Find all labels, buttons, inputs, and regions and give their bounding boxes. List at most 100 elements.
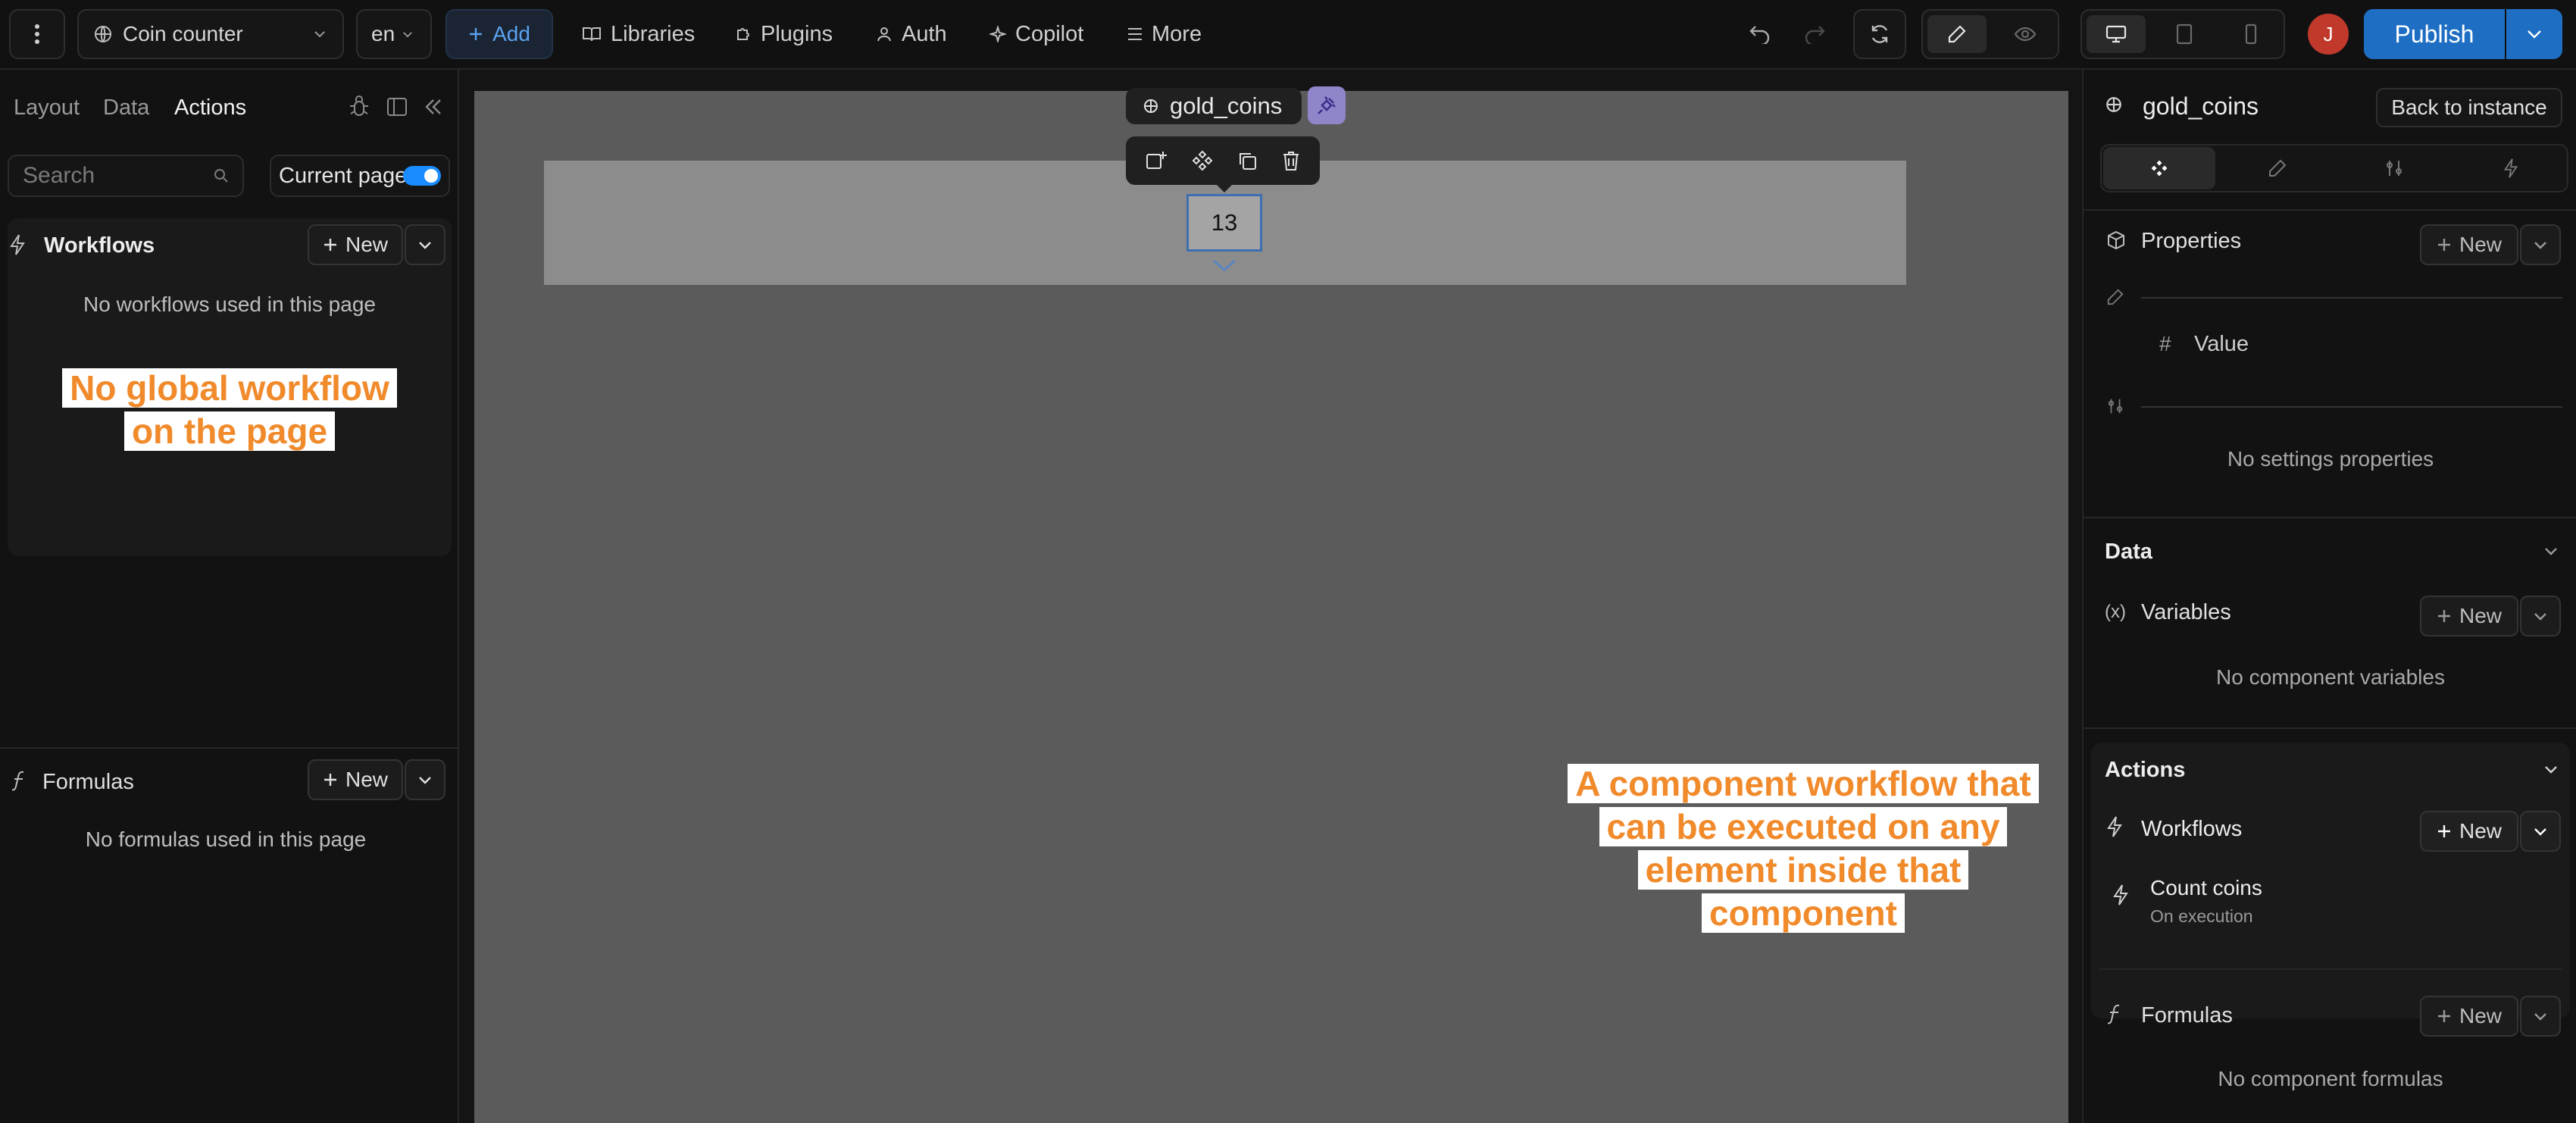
- create-component-icon[interactable]: [1191, 149, 1214, 172]
- current-page-label: Current page: [279, 163, 408, 188]
- add-label: Add: [492, 22, 530, 45]
- tab-component[interactable]: [2103, 147, 2215, 189]
- function-icon: [12, 771, 24, 791]
- mobile-view-button[interactable]: [2221, 15, 2281, 53]
- language-value: en: [371, 22, 395, 45]
- formulas-empty-text: No formulas used in this page: [85, 827, 367, 851]
- tab-workflows[interactable]: [2455, 147, 2567, 189]
- current-page-filter: Current page: [270, 155, 450, 197]
- new-component-formula-button[interactable]: New: [2420, 996, 2518, 1037]
- refresh-button[interactable]: [1853, 9, 1906, 59]
- panel-layout-icon[interactable]: [386, 97, 408, 117]
- desktop-view-button[interactable]: [2087, 15, 2146, 53]
- back-to-instance-button[interactable]: Back to instance: [2376, 88, 2562, 127]
- workflow-options-button[interactable]: [405, 224, 445, 265]
- publish-label: Publish: [2394, 20, 2474, 48]
- redo-button[interactable]: [1796, 9, 1834, 59]
- main-menu-button[interactable]: [9, 9, 65, 59]
- formula-options-button[interactable]: [405, 759, 445, 800]
- refresh-icon: [1871, 25, 1888, 43]
- component-icon: [2151, 160, 2168, 177]
- property-options-button[interactable]: [2520, 224, 2561, 265]
- preview-mode-button[interactable]: [1996, 15, 2055, 53]
- component-title: gold_coins: [2143, 92, 2259, 120]
- data-section-title[interactable]: Data: [2105, 540, 2152, 565]
- tab-data[interactable]: Data: [103, 95, 149, 120]
- actions-section-title[interactable]: Actions: [2105, 758, 2185, 783]
- more-button[interactable]: More: [1127, 9, 1202, 59]
- sliders-icon: [2387, 161, 2402, 176]
- canvas-annotation-line-3: element inside that: [1637, 850, 1969, 890]
- chevron-down-icon: [2528, 30, 2541, 39]
- tablet-view-button[interactable]: [2155, 15, 2214, 53]
- new-formula-button[interactable]: New: [308, 759, 403, 800]
- value-property[interactable]: Value: [2194, 332, 2249, 357]
- libraries-button[interactable]: Libraries: [582, 9, 695, 59]
- project-selector[interactable]: Coin counter: [77, 9, 344, 59]
- new-workflow-label: New: [345, 233, 388, 256]
- edit-mode-button[interactable]: [1927, 15, 1987, 53]
- lightning-icon: [2503, 158, 2518, 178]
- language-selector[interactable]: en: [356, 9, 432, 59]
- plugins-button[interactable]: Plugins: [735, 9, 833, 59]
- selected-text-element[interactable]: 13: [1186, 194, 1262, 252]
- user-icon: [877, 27, 891, 42]
- component-icon: [1144, 99, 1158, 113]
- lightning-icon: [2113, 884, 2128, 906]
- insert-element-icon[interactable]: [1145, 150, 1168, 171]
- new-workflow-button[interactable]: New: [308, 224, 403, 265]
- tab-actions[interactable]: Actions: [174, 95, 246, 120]
- variables-empty-text: No component variables: [2216, 665, 2445, 689]
- component-formula-options-button[interactable]: [2520, 996, 2561, 1037]
- plus-icon: [2437, 1010, 2450, 1022]
- back-label: Back to instance: [2391, 95, 2547, 119]
- variable-options-button[interactable]: [2520, 596, 2561, 637]
- tab-layout[interactable]: Layout: [14, 95, 80, 120]
- publish-options-button[interactable]: [2506, 9, 2562, 59]
- new-variable-label: New: [2459, 604, 2502, 627]
- search-input[interactable]: Search: [8, 155, 244, 197]
- puzzle-icon: [737, 28, 749, 40]
- new-variable-button[interactable]: New: [2420, 596, 2518, 637]
- duplicate-icon[interactable]: [1236, 150, 1258, 171]
- undo-button[interactable]: [1741, 9, 1779, 59]
- chevron-down-icon: [419, 241, 431, 249]
- undo-icon: [1749, 26, 1770, 44]
- toolbar-pointer: [1215, 183, 1233, 192]
- hash-icon: #: [2159, 332, 2171, 355]
- copilot-button[interactable]: Copilot: [989, 9, 1083, 59]
- bug-icon[interactable]: [349, 95, 370, 118]
- current-page-toggle[interactable]: [403, 166, 441, 186]
- component-icon: [2106, 97, 2121, 112]
- tab-settings[interactable]: [2338, 147, 2450, 189]
- new-component-workflow-button[interactable]: New: [2420, 811, 2518, 852]
- mobile-icon: [2245, 23, 2257, 45]
- menu-icon: [1128, 28, 1142, 40]
- left-panel: Layout Data Actions Search Current page …: [0, 70, 459, 1123]
- selected-value: 13: [1211, 209, 1238, 236]
- element-toolbar: [1126, 136, 1320, 185]
- detach-component-button[interactable]: [1308, 86, 1346, 124]
- formulas-title: Formulas: [42, 770, 134, 794]
- chevron-down-icon: [2534, 241, 2546, 249]
- collapse-left-icon[interactable]: [424, 99, 442, 115]
- auth-button[interactable]: Auth: [876, 9, 947, 59]
- component-formulas-title: Formulas: [2141, 1003, 2233, 1028]
- tab-style[interactable]: [2221, 147, 2334, 189]
- component-name-tag[interactable]: gold_coins: [1126, 88, 1302, 124]
- chevron-down-icon[interactable]: [2544, 547, 2558, 555]
- avatar[interactable]: J: [2308, 14, 2349, 55]
- redo-icon: [1805, 26, 1825, 44]
- add-button[interactable]: Add: [445, 9, 553, 59]
- canvas-annotation-line-4: component: [1702, 893, 1905, 933]
- trash-icon[interactable]: [1281, 150, 1301, 171]
- component-workflow-options-button[interactable]: [2520, 811, 2561, 852]
- divider: [2141, 297, 2562, 299]
- workflow-item-count-coins[interactable]: Count coins On execution: [2099, 868, 2562, 937]
- chevron-down-icon[interactable]: [1211, 258, 1238, 276]
- chevron-down-icon[interactable]: [2544, 765, 2558, 774]
- kebab-icon: [35, 24, 39, 44]
- search-placeholder: Search: [23, 163, 95, 188]
- publish-button[interactable]: Publish: [2364, 9, 2505, 59]
- new-property-button[interactable]: New: [2420, 224, 2518, 265]
